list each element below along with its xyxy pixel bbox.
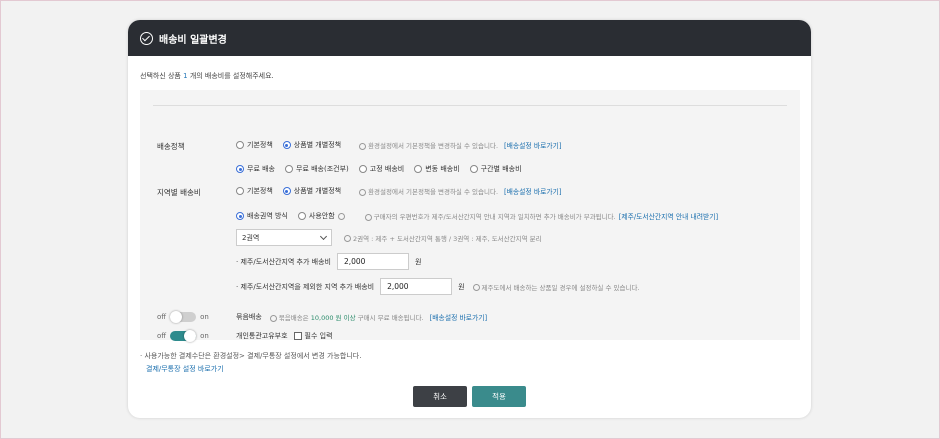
bundle-settings-link[interactable]: [배송설정 바로가기] xyxy=(430,312,488,322)
other-fee-unit: 원 xyxy=(458,282,465,291)
info-icon xyxy=(359,142,367,150)
zone-row: 2권역 2권역 : 제주 + 도서산간지역 통행 / 3권역 : 제주, 도서산… xyxy=(236,229,542,246)
method-radio-zone[interactable]: 배송권역 방식 xyxy=(236,211,288,221)
bundle-row: 묶음배송 묶음배송은 10,000 원 이상 구매시 무료 배송됩니다. [배송… xyxy=(236,312,487,322)
jeju-fee-unit: 원 xyxy=(414,257,422,266)
required-checkbox[interactable] xyxy=(293,332,302,340)
radio-icon xyxy=(414,165,423,173)
radio-icon xyxy=(358,165,367,173)
bundle-label: 묶음배송 xyxy=(236,313,262,321)
region-method-row: 배송권역 방식 사용안함 구매자의 우편번호가 제주/도서산간지역 안내 지역과… xyxy=(236,211,718,221)
customs-toggle[interactable] xyxy=(170,330,197,342)
other-fee-hint: 제주도에서 배송하는 상품일 경우에 설정하실 수 있습니다. xyxy=(472,282,640,292)
radio-icon xyxy=(236,141,244,149)
fee-type-fixed[interactable]: 고정 배송비 xyxy=(358,164,404,174)
zone-select[interactable]: 2권역 xyxy=(236,229,332,246)
fee-type-variable[interactable]: 변동 배송비 xyxy=(414,164,460,174)
fee-type-tiered[interactable]: 구간별 배송비 xyxy=(469,164,522,174)
settings-panel: 배송정책 기본정책 상품별 개별정책 환경설정에서 기본정책을 변경하실 수 있… xyxy=(140,90,800,342)
modal-header: 배송비 일괄변경 xyxy=(128,20,811,56)
fee-type-free[interactable]: 무료 배송 xyxy=(236,164,275,174)
customs-row: 개인통관고유부호 필수 입력 xyxy=(236,331,333,341)
cancel-button[interactable]: 취소 xyxy=(413,386,467,407)
bundle-hint: 묶음배송은 10,000 원 이상 구매시 무료 배송됩니다. xyxy=(269,312,424,322)
selected-count: 1 xyxy=(183,72,188,80)
radio-icon xyxy=(469,165,478,173)
policy-row: 기본정책 상품별 개별정책 환경설정에서 기본정책을 변경하실 수 있습니다. … xyxy=(236,140,562,150)
fee-type-free-conditional[interactable]: 무료 배송(조건부) xyxy=(285,164,349,174)
policy-hint: 환경설정에서 기본정책을 변경하실 수 있습니다. xyxy=(359,140,498,150)
other-fee-input[interactable]: 2,000 xyxy=(380,278,453,295)
modal-description: 선택하신 상품 1 개의 배송비를 설정해주세요. xyxy=(140,72,274,80)
radio-selected-icon xyxy=(282,141,291,149)
divider xyxy=(153,105,787,106)
modal-title: 배송비 일괄변경 xyxy=(159,34,227,46)
info-icon xyxy=(337,212,345,220)
other-fee-label: · 제주/도서산간지역을 제외한 지역 추가 배송비 xyxy=(236,282,375,291)
info-icon xyxy=(472,284,480,291)
payment-settings-link[interactable]: 결제/무통장 설정 바로가기 xyxy=(146,364,224,374)
chevron-down-icon xyxy=(319,232,328,240)
region-settings-link[interactable]: [배송설정 바로가기] xyxy=(504,186,562,196)
jeju-fee-row: · 제주/도서산간지역 추가 배송비 2,000 원 xyxy=(236,253,421,270)
info-icon xyxy=(269,314,277,322)
shipping-fee-bulk-modal: 배송비 일괄변경 선택하신 상품 1 개의 배송비를 설정해주세요. 배송정책 … xyxy=(128,20,811,418)
method-radio-none[interactable]: 사용안함 xyxy=(297,211,347,221)
policy-radio-individual[interactable]: 상품별 개별정책 xyxy=(282,140,341,150)
other-fee-row: · 제주/도서산간지역을 제외한 지역 추가 배송비 2,000 원 제주도에서… xyxy=(236,278,640,295)
region-hint: 환경설정에서 기본정책을 변경하실 수 있습니다. xyxy=(359,186,498,196)
policy-settings-link[interactable]: [배송설정 바로가기] xyxy=(504,140,562,150)
payment-note: · 사용가능한 결제수단은 환경설정> 결제/무통장 설정에서 변경 가능합니다… xyxy=(140,352,362,360)
region-radio-default[interactable]: 기본정책 xyxy=(236,186,273,196)
radio-icon xyxy=(236,187,244,195)
fee-type-row: 무료 배송 무료 배송(조건부) 고정 배송비 변동 배송비 구간별 배송비 xyxy=(236,164,532,174)
apply-button[interactable]: 적용 xyxy=(472,386,526,407)
region-label: 지역별 배송비 xyxy=(157,188,201,197)
info-icon xyxy=(344,235,351,242)
radio-selected-icon xyxy=(236,165,244,173)
info-icon xyxy=(364,213,372,221)
bundle-toggle[interactable] xyxy=(170,311,197,323)
info-icon xyxy=(359,188,367,196)
required-checkbox-label: 필수 입력 xyxy=(304,332,333,340)
radio-icon xyxy=(297,212,306,220)
zone-hint: 2권역 : 제주 + 도서산간지역 통행 / 3권역 : 제주, 도서산간지역 … xyxy=(344,233,542,243)
region-guide-download-link[interactable]: [제주/도서산간지역 안내 내려받기] xyxy=(619,211,718,221)
region-policy-row: 기본정책 상품별 개별정책 환경설정에서 기본정책을 변경하실 수 있습니다. … xyxy=(236,186,562,196)
method-hint: 구매자의 우편번호가 제주/도서산간지역 안내 지역과 일치하면 추가 배송비가… xyxy=(364,211,616,221)
customs-toggle-row: off on xyxy=(157,330,209,342)
jeju-fee-input[interactable]: 2,000 xyxy=(336,253,409,270)
check-circle-icon xyxy=(140,31,153,45)
customs-label: 개인통관고유부호 xyxy=(236,332,288,340)
region-radio-individual[interactable]: 상품별 개별정책 xyxy=(282,186,341,196)
radio-selected-icon xyxy=(236,212,244,220)
radio-icon xyxy=(285,165,293,173)
bundle-toggle-row: off on xyxy=(157,311,209,323)
radio-selected-icon xyxy=(282,187,291,195)
jeju-fee-label: · 제주/도서산간지역 추가 배송비 xyxy=(236,257,331,266)
policy-label: 배송정책 xyxy=(157,142,185,151)
policy-radio-default[interactable]: 기본정책 xyxy=(236,140,273,150)
